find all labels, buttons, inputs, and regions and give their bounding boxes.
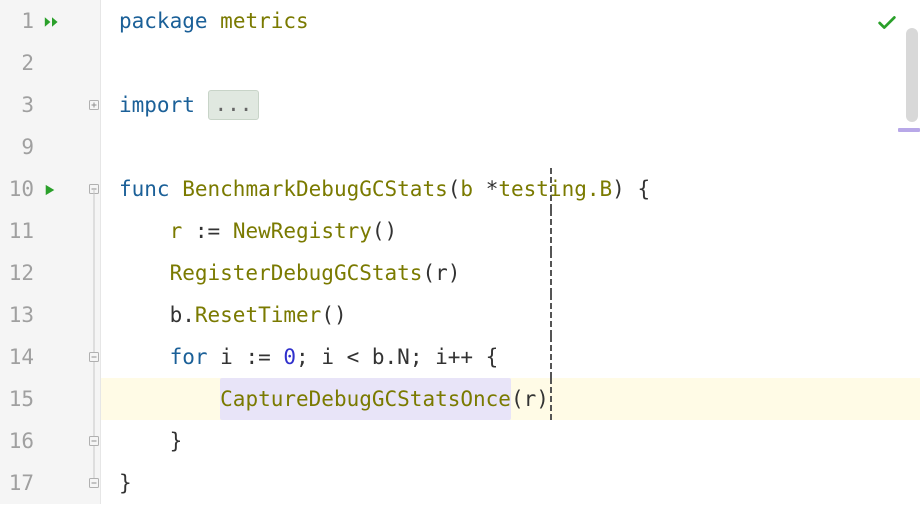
run-icon[interactable] <box>44 168 56 210</box>
blank-line <box>101 126 920 168</box>
code-line[interactable]: 13 b.ResetTimer() <box>0 294 920 336</box>
call-newregistry: NewRegistry <box>233 210 372 252</box>
scrollbar-thumb[interactable] <box>906 28 918 122</box>
column-guide <box>550 294 552 336</box>
line-number: 11 <box>0 210 38 252</box>
fold-collapse-icon[interactable] <box>89 352 99 362</box>
gutter: 11 <box>0 210 101 252</box>
code-line[interactable]: 17 } <box>0 462 920 504</box>
line-number: 9 <box>0 126 38 168</box>
keyword-package: package <box>119 0 208 42</box>
keyword-func: func <box>119 168 170 210</box>
code-line[interactable]: 16 } <box>0 420 920 462</box>
line-number: 17 <box>0 462 38 504</box>
param-type: testing.B <box>498 168 612 210</box>
gutter: 16 <box>0 420 101 462</box>
gutter: 14 <box>0 336 101 378</box>
brace: } <box>170 420 183 462</box>
code-line[interactable]: 11 r := NewRegistry() <box>0 210 920 252</box>
fold-end-icon[interactable] <box>89 436 99 446</box>
param-name: b <box>460 168 473 210</box>
func-name: BenchmarkDebugGCStats <box>182 168 448 210</box>
brace: } <box>119 462 132 504</box>
line-number: 3 <box>0 84 38 126</box>
code-line[interactable]: 2 <box>0 42 920 84</box>
folded-imports[interactable]: ... <box>208 90 260 120</box>
gutter: 9 <box>0 126 101 168</box>
line-number: 10 <box>0 168 38 210</box>
line-number: 12 <box>0 252 38 294</box>
line-number: 2 <box>0 42 38 84</box>
line-number: 15 <box>0 378 38 420</box>
gutter: 12 <box>0 252 101 294</box>
keyword-import: import <box>119 84 195 126</box>
column-guide <box>550 210 552 252</box>
code-editor[interactable]: 1 package metrics 2 3 <box>0 0 920 510</box>
fold-column <box>88 0 100 42</box>
fold-end-icon[interactable] <box>89 478 99 488</box>
gutter: 10 <box>0 168 101 210</box>
line-number: 16 <box>0 420 38 462</box>
gutter: 1 <box>0 0 101 42</box>
blank-line <box>101 42 920 84</box>
gutter: 17 <box>0 462 101 504</box>
call-capturedebuggcstatsonce: CaptureDebugGCStatsOnce <box>220 378 511 420</box>
gutter: 15 <box>0 378 101 420</box>
code-line[interactable]: 10 func BenchmarkDebugGCStats(b *testing… <box>0 168 920 210</box>
code-line[interactable]: 3 import ... <box>0 84 920 126</box>
inspection-ok-icon[interactable] <box>876 6 898 48</box>
run-all-icon[interactable] <box>44 0 60 42</box>
keyword-for: for <box>170 336 208 378</box>
code-line[interactable]: 14 for i := 0; i < b.N; i++ { <box>0 336 920 378</box>
line-number: 1 <box>0 0 38 42</box>
line-number: 14 <box>0 336 38 378</box>
code-line[interactable]: 1 package metrics <box>0 0 920 42</box>
column-guide <box>550 252 552 294</box>
call-resettimer: ResetTimer <box>195 294 321 336</box>
var-r: r <box>170 210 183 252</box>
package-name: metrics <box>220 0 309 42</box>
fold-expand-icon[interactable] <box>89 100 99 110</box>
gutter: 2 <box>0 42 101 84</box>
code-line[interactable]: 12 RegisterDebugGCStats(r) <box>0 252 920 294</box>
column-guide <box>550 336 552 378</box>
call-registerdebuggcstats: RegisterDebugGCStats <box>170 252 423 294</box>
number-zero: 0 <box>283 336 296 378</box>
line-number: 13 <box>0 294 38 336</box>
column-guide <box>550 378 552 420</box>
code-line-highlighted[interactable]: 15 CaptureDebugGCStatsOnce(r) <box>0 378 920 420</box>
gutter: 13 <box>0 294 101 336</box>
code-line[interactable]: 9 <box>0 126 920 168</box>
gutter: 3 <box>0 84 101 126</box>
